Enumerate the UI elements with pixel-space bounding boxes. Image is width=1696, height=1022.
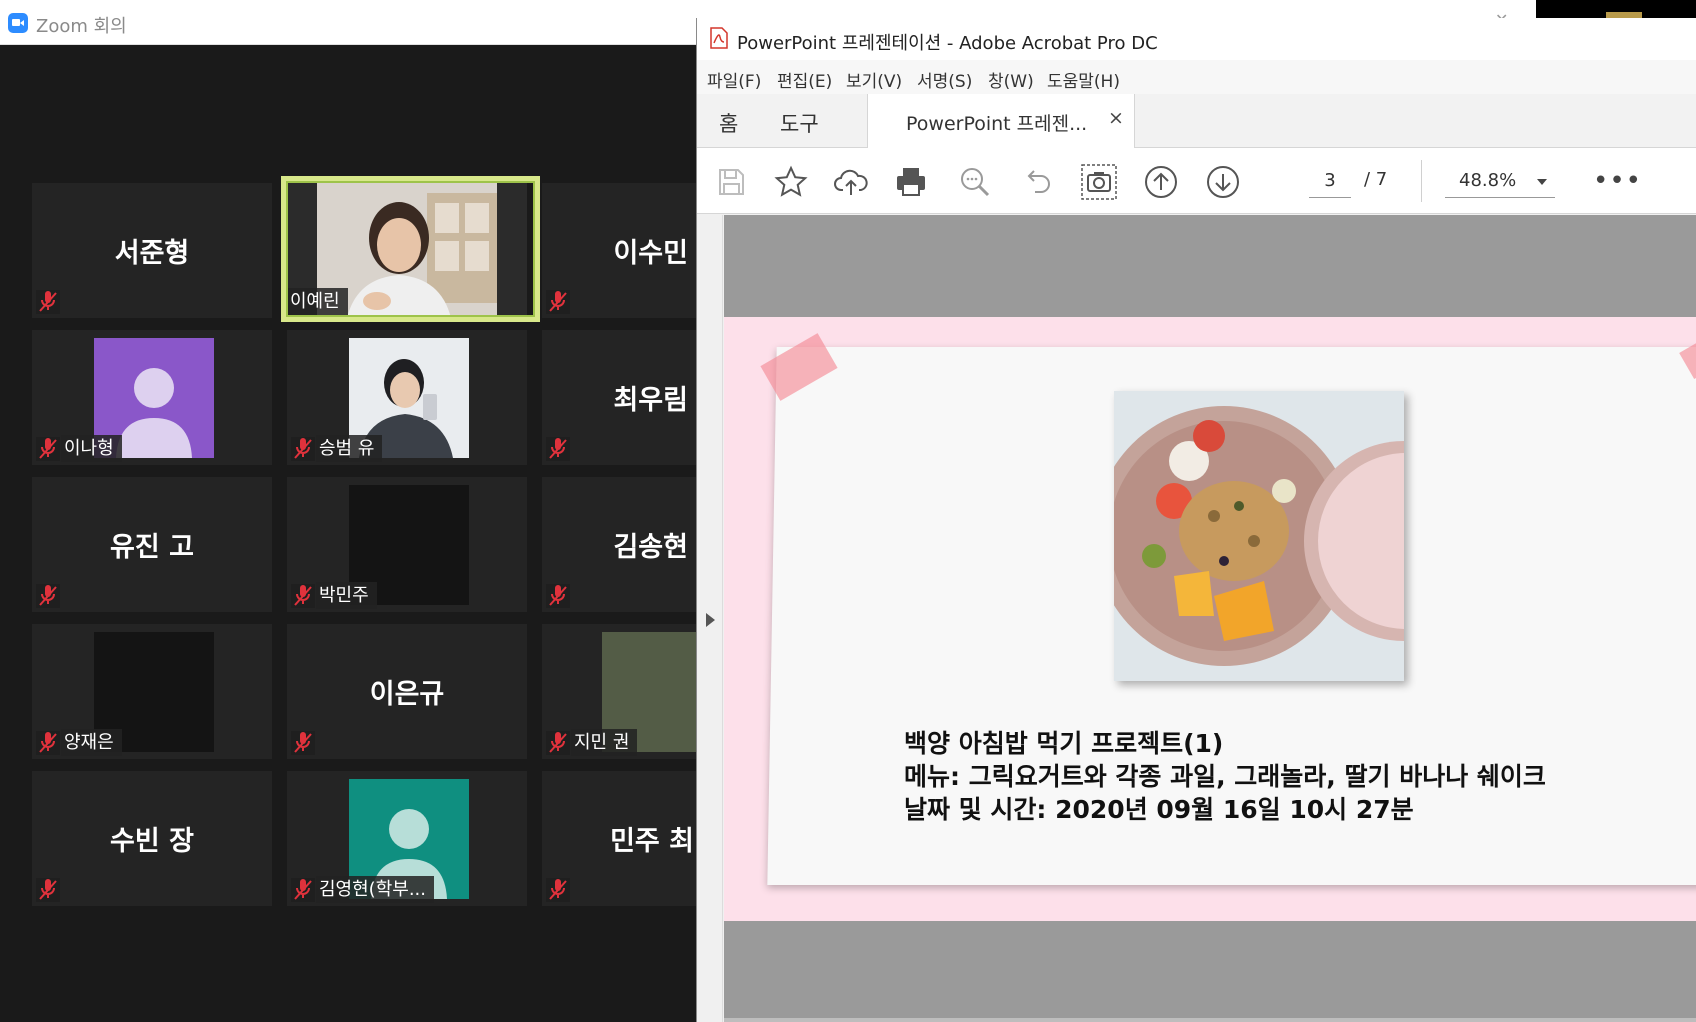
- participant-label: 이나형: [61, 435, 122, 462]
- slide-caption: 백양 아침밥 먹기 프로젝트(1) 메뉴: 그릭요거트와 각종 과일, 그래놀라…: [904, 727, 1546, 826]
- zoom-logo-icon: [8, 13, 28, 33]
- menu-sign[interactable]: 서명(S): [917, 67, 972, 92]
- participant-label: 승범 유: [316, 435, 383, 462]
- participant-label: 양재은: [61, 729, 122, 756]
- mic-muted-icon: [36, 878, 60, 902]
- acrobat-title-bar[interactable]: PowerPoint 프레젠테이션 - Adobe Acrobat Pro DC: [697, 18, 1696, 60]
- participant-tile[interactable]: 민주 최: [542, 771, 696, 906]
- mic-muted-icon: [36, 437, 60, 461]
- tab-home[interactable]: 홈: [719, 108, 738, 138]
- participant-label: 박민주: [316, 582, 377, 609]
- zoom-window-title: Zoom 회의: [36, 16, 127, 37]
- horizontal-scrollbar[interactable]: [724, 1018, 1696, 1022]
- mic-muted-icon: [546, 878, 570, 902]
- acrobat-window-title: PowerPoint 프레젠테이션 - Adobe Acrobat Pro DC: [737, 33, 1158, 54]
- more-options-button[interactable]: •••: [1593, 166, 1642, 196]
- active-speaker-border: [281, 176, 540, 322]
- menu-window[interactable]: 창(W): [988, 67, 1034, 92]
- toolbar: 3 / 7 48.8% •••: [697, 148, 1696, 214]
- mic-muted-icon: [291, 437, 315, 461]
- mic-muted-icon: [546, 437, 570, 461]
- page-total: / 7: [1364, 169, 1388, 190]
- participant-tile[interactable]: 이나형: [32, 330, 272, 465]
- page-number-input[interactable]: 3: [1309, 164, 1351, 198]
- toolbar-divider: [1421, 160, 1422, 202]
- page-up-icon[interactable]: [1143, 164, 1179, 200]
- background-strip: [1536, 0, 1696, 20]
- participant-tile[interactable]: 김영현(학부...: [287, 771, 527, 906]
- menu-help[interactable]: 도움말(H): [1047, 67, 1120, 92]
- acrobat-window: PowerPoint 프레젠테이션 - Adobe Acrobat Pro DC…: [696, 18, 1696, 1022]
- print-icon[interactable]: [893, 164, 929, 200]
- page-down-icon[interactable]: [1205, 164, 1241, 200]
- menu-edit[interactable]: 편집(E): [777, 67, 832, 92]
- mic-muted-icon: [291, 584, 315, 608]
- participant-label: 지민 권: [571, 729, 638, 756]
- zoom-search-icon[interactable]: [957, 164, 993, 200]
- slide-caption-line: 날짜 및 시간: 2020년 09월 16일 10시 27분: [904, 795, 1414, 824]
- slide-caption-line: 백양 아침밥 먹기 프로젝트(1): [904, 729, 1224, 758]
- pdf-page: 백양 아침밥 먹기 프로젝트(1) 메뉴: 그릭요거트와 각종 과일, 그래놀라…: [724, 317, 1696, 921]
- participant-tile[interactable]: 승범 유: [287, 330, 527, 465]
- mic-muted-icon: [36, 584, 60, 608]
- participant-tile[interactable]: 최우림: [542, 330, 696, 465]
- save-icon[interactable]: [713, 164, 749, 200]
- participant-tile[interactable]: 수빈 장: [32, 771, 272, 906]
- menu-file[interactable]: 파일(F): [707, 67, 761, 92]
- participant-tile[interactable]: 박민주: [287, 477, 527, 612]
- participant-name: 서준형: [114, 238, 190, 269]
- tab-close-icon[interactable]: ×: [1108, 107, 1124, 129]
- slide-caption-line: 메뉴: 그릭요거트와 각종 과일, 그래놀라, 딸기 바나나 쉐이크: [904, 762, 1546, 791]
- participant-tile[interactable]: 지민 권: [542, 624, 696, 759]
- snapshot-camera-icon[interactable]: [1081, 164, 1117, 200]
- document-viewport[interactable]: 백양 아침밥 먹기 프로젝트(1) 메뉴: 그릭요거트와 각종 과일, 그래놀라…: [724, 215, 1696, 1022]
- mic-muted-icon: [546, 584, 570, 608]
- mic-muted-icon: [546, 731, 570, 755]
- mic-muted-icon: [36, 731, 60, 755]
- undo-icon[interactable]: [1019, 164, 1055, 200]
- mic-muted-icon: [546, 290, 570, 314]
- participant-label: 김영현(학부...: [316, 876, 434, 903]
- participant-tile[interactable]: 김송현: [542, 477, 696, 612]
- mic-muted-icon: [291, 731, 315, 755]
- participant-name: 유진 고: [110, 532, 194, 563]
- left-panel-rail[interactable]: [697, 215, 723, 1022]
- tab-document[interactable]: PowerPoint 프레젠... ×: [867, 94, 1135, 148]
- participant-tile[interactable]: 양재은: [32, 624, 272, 759]
- participant-name: 수빈 장: [110, 826, 194, 857]
- expand-panel-arrow-icon[interactable]: [706, 613, 715, 627]
- tab-bar: 홈 도구 PowerPoint 프레젠... ×: [697, 94, 1696, 148]
- tab-document-label: PowerPoint 프레젠...: [906, 113, 1088, 135]
- cloud-upload-icon[interactable]: [833, 164, 869, 200]
- menu-view[interactable]: 보기(V): [846, 67, 902, 92]
- mic-muted-icon: [36, 290, 60, 314]
- participant-tile[interactable]: 이은규: [287, 624, 527, 759]
- tab-tools[interactable]: 도구: [780, 108, 819, 138]
- participant-tile[interactable]: 유진 고: [32, 477, 272, 612]
- participant-tile[interactable]: 서준형: [32, 183, 272, 318]
- participant-name: 이은규: [369, 679, 445, 710]
- menu-bar: 파일(F) 편집(E) 보기(V) 서명(S) 창(W) 도움말(H): [697, 60, 1696, 94]
- acrobat-pdf-icon: [710, 27, 728, 49]
- chevron-down-icon[interactable]: [1537, 179, 1547, 185]
- mic-muted-icon: [291, 878, 315, 902]
- bookmark-star-icon[interactable]: [773, 164, 809, 200]
- participant-tile[interactable]: 이수민: [542, 183, 696, 318]
- breakfast-photo: [1114, 391, 1404, 681]
